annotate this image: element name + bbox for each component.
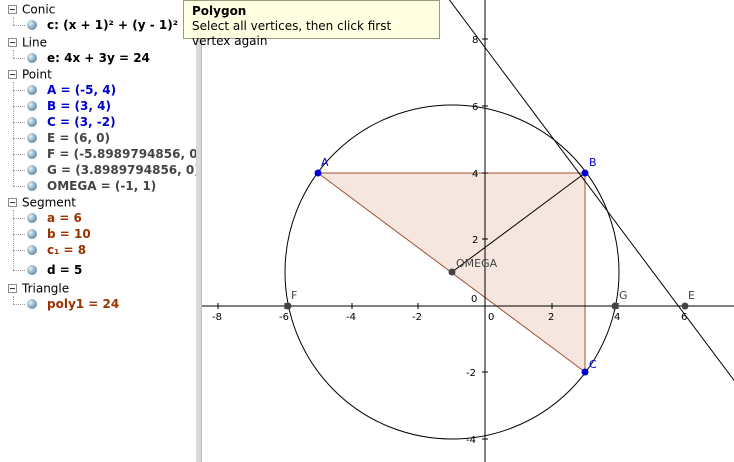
point-e[interactable]: [681, 302, 689, 310]
x-tick-label: 0: [488, 312, 494, 323]
object-segment-c1[interactable]: c₁ = 8: [0, 242, 196, 258]
category-label: Line: [22, 35, 48, 50]
category-segment[interactable]: Segment: [8, 194, 76, 210]
x-tick-label: 4: [614, 312, 620, 323]
origin-label: 0: [471, 294, 477, 305]
object-line-e[interactable]: e: 4x + 3y = 24: [0, 50, 196, 66]
visibility-toggle-icon[interactable]: [27, 265, 37, 275]
object-point-f[interactable]: F = (-5.8989794856, 0): [0, 146, 196, 162]
category-label: Triangle: [22, 281, 70, 296]
category-label: Point: [22, 67, 52, 82]
category-triangle[interactable]: Triangle: [8, 280, 69, 296]
collapse-icon[interactable]: [8, 5, 17, 14]
visibility-toggle-icon[interactable]: [27, 165, 37, 175]
y-tick-label: 2: [472, 235, 478, 246]
x-tick-label: 6: [681, 312, 687, 323]
tooltip-text: Select all vertices, then click first ve…: [192, 19, 392, 48]
tool-tooltip: Polygon Select all vertices, then click …: [183, 0, 440, 48]
graphics-view[interactable]: -8 -6 -4 -2 0 2 4 6 8 6 4 2 -2 -4 0 A B …: [202, 0, 734, 462]
visibility-toggle-icon[interactable]: [27, 101, 37, 111]
object-point-g[interactable]: G = (3.8989794856, 0): [0, 162, 196, 178]
point-g[interactable]: [611, 302, 619, 310]
point-c[interactable]: [581, 368, 589, 376]
point-label-c: C: [589, 358, 597, 371]
visibility-toggle-icon[interactable]: [27, 20, 37, 30]
point-label-omega: OMEGA: [456, 257, 498, 270]
x-tick-label: -4: [346, 312, 356, 323]
object-conic-c[interactable]: c: (x + 1)² + (y - 1)² = 25: [0, 17, 196, 33]
visibility-toggle-icon[interactable]: [27, 229, 37, 239]
category-label: Conic: [22, 2, 56, 17]
point-f[interactable]: [284, 302, 292, 310]
visibility-toggle-icon[interactable]: [27, 299, 37, 309]
point-omega[interactable]: [448, 268, 456, 276]
point-label-a: A: [321, 156, 329, 169]
y-tick-label: -2: [466, 368, 476, 379]
object-point-a[interactable]: A = (-5, 4): [0, 82, 196, 98]
algebra-view: Conic c: (x + 1)² + (y - 1)² = 25 Line e…: [0, 0, 197, 462]
x-tick-label: 2: [548, 312, 554, 323]
visibility-toggle-icon[interactable]: [27, 85, 37, 95]
category-label: Segment: [22, 195, 76, 210]
object-segment-d[interactable]: d = 5: [0, 262, 196, 278]
point-label-b: B: [589, 156, 597, 169]
y-tick-label: 8: [472, 35, 478, 46]
visibility-toggle-icon[interactable]: [27, 133, 37, 143]
visibility-toggle-icon[interactable]: [27, 213, 37, 223]
x-tick-label: -6: [279, 312, 289, 323]
category-point[interactable]: Point: [8, 66, 52, 82]
object-point-omega[interactable]: OMEGA = (-1, 1): [0, 178, 196, 194]
category-conic[interactable]: Conic: [8, 1, 55, 17]
y-tick-label: 6: [472, 102, 478, 113]
object-segment-a[interactable]: a = 6: [0, 210, 196, 226]
collapse-icon[interactable]: [8, 198, 17, 207]
collapse-icon[interactable]: [8, 38, 17, 47]
collapse-icon[interactable]: [8, 284, 17, 293]
point-b[interactable]: [581, 169, 589, 177]
object-triangle-poly1[interactable]: poly1 = 24: [0, 296, 196, 312]
object-point-e[interactable]: E = (6, 0): [0, 130, 196, 146]
collapse-icon[interactable]: [8, 70, 17, 79]
visibility-toggle-icon[interactable]: [27, 53, 37, 63]
object-segment-b[interactable]: b = 10: [0, 226, 196, 242]
y-tick-label: 4: [472, 169, 478, 180]
point-label-e: E: [688, 289, 695, 302]
x-tick-label: -2: [412, 312, 422, 323]
object-point-b[interactable]: B = (3, 4): [0, 98, 196, 114]
visibility-toggle-icon[interactable]: [27, 117, 37, 127]
category-line[interactable]: Line: [8, 34, 47, 50]
point-label-f: F: [291, 289, 297, 302]
visibility-toggle-icon[interactable]: [27, 149, 37, 159]
x-tick-label: -8: [212, 312, 222, 323]
object-point-c[interactable]: C = (3, -2): [0, 114, 196, 130]
y-tick-label: -4: [466, 435, 476, 446]
point-a[interactable]: [314, 169, 322, 177]
visibility-toggle-icon[interactable]: [27, 181, 37, 191]
visibility-toggle-icon[interactable]: [27, 245, 37, 255]
point-label-g: G: [619, 289, 628, 302]
tooltip-title: Polygon: [192, 4, 247, 18]
